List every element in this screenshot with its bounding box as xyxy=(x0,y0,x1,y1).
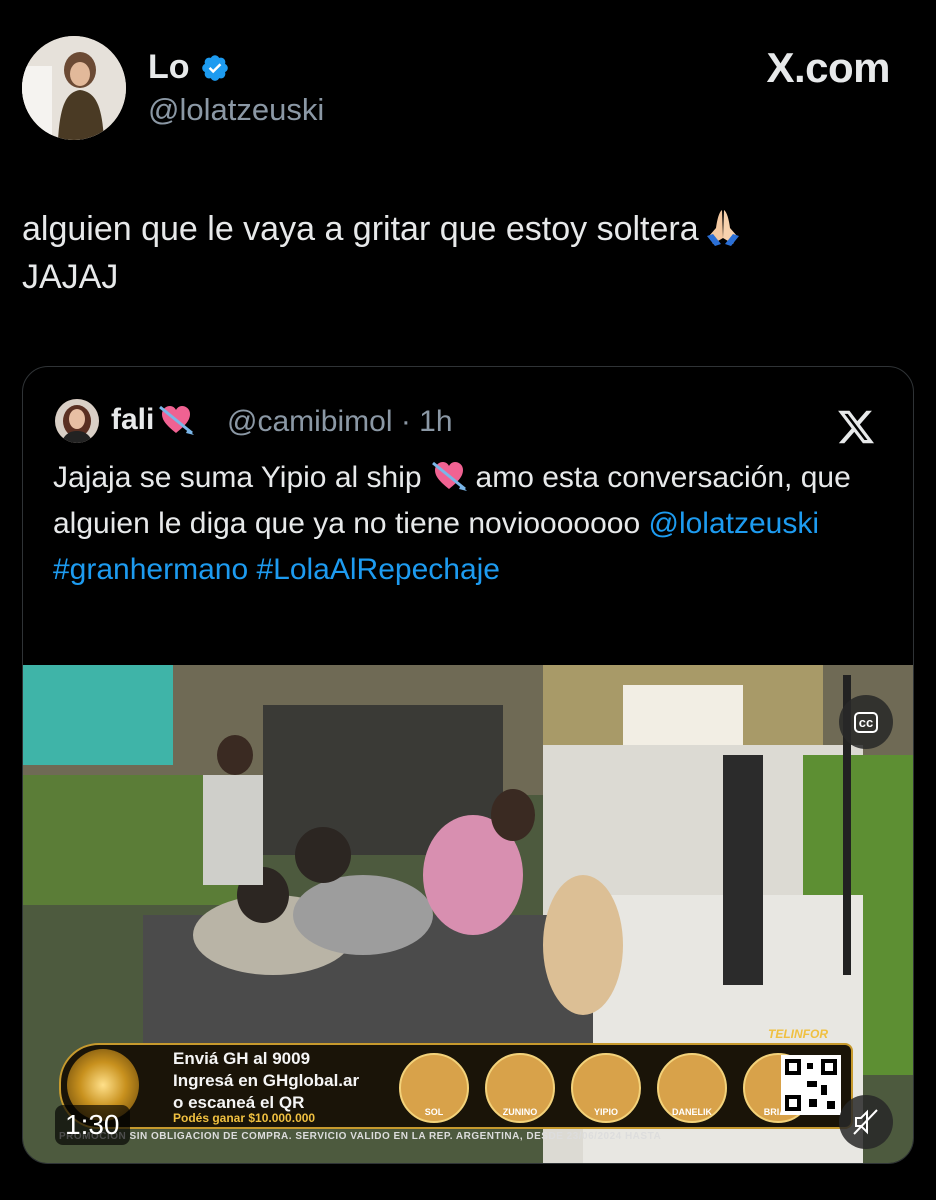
tweet-text-line1: alguien que le vaya a gritar que estoy s… xyxy=(22,210,699,248)
contestant-avatar: ZUNINO xyxy=(485,1053,555,1123)
quoted-text-part1: Jajaja se suma Yipio al ship xyxy=(53,461,422,494)
quoted-author-avatar[interactable] xyxy=(55,399,99,443)
contestant-avatar: DANELIK xyxy=(657,1053,727,1123)
author-name[interactable]: Lo xyxy=(148,48,230,87)
promo-banner: Enviá GH al 9009 Ingresá en GHglobal.ar … xyxy=(59,1043,853,1129)
verified-badge-icon xyxy=(201,54,228,81)
captions-button[interactable]: cc xyxy=(839,695,893,749)
banner-line4: Podés ganar $10.000.000 xyxy=(173,1111,316,1125)
folded-hands-icon xyxy=(706,210,739,246)
tweet-text-line2: JAJAJ xyxy=(22,258,119,296)
hashtag-links[interactable]: #granhermano #LolaAlRepechaje xyxy=(53,553,500,586)
tweet-text: alguien que le vaya a gritar que estoy s… xyxy=(22,205,912,301)
author-avatar[interactable] xyxy=(22,36,126,140)
quoted-tweet-text: Jajaja se suma Yipio al ship amo esta co… xyxy=(53,455,893,593)
heart-with-arrow-icon xyxy=(431,461,467,491)
x-logo-icon xyxy=(838,410,875,444)
heart-with-arrow-icon xyxy=(159,405,195,435)
contestant-name: YIPIO xyxy=(593,1107,618,1117)
contestant-name: SOL xyxy=(424,1107,444,1117)
contestant-avatar: SOL xyxy=(399,1053,469,1123)
author-handle[interactable]: @lolatzeuski xyxy=(148,92,324,128)
contestant-name: ZUNINO xyxy=(502,1107,538,1117)
brand-logo: X.com xyxy=(766,44,890,91)
mention-link[interactable]: @lolatzeuski xyxy=(649,507,820,540)
captions-label: cc xyxy=(853,711,879,733)
quoted-author-name[interactable]: fali xyxy=(111,403,195,437)
quoted-display-name[interactable]: fali xyxy=(111,403,154,437)
video-player[interactable]: cc TELINFOR Enviá GH al 9009 Ingresá en … xyxy=(23,665,913,1163)
qr-code xyxy=(781,1055,841,1115)
quoted-tweet[interactable]: fali @camibimol · 1h Jajaja se suma Yipi… xyxy=(22,366,914,1164)
sponsor-logo: TELINFOR xyxy=(768,1027,828,1041)
banner-line3: o escaneá el QR xyxy=(173,1093,305,1112)
banner-line2: Ingresá en GHglobal.ar xyxy=(173,1071,360,1090)
speaker-muted-icon xyxy=(853,1109,878,1135)
quoted-handle-time[interactable]: @camibimol · 1h xyxy=(227,405,453,439)
promo-disclaimer: PROMOCION SIN OBLIGACION DE COMPRA. SERV… xyxy=(59,1131,662,1142)
banner-line1: Enviá GH al 9009 xyxy=(173,1049,311,1068)
mute-button[interactable] xyxy=(839,1095,893,1149)
contestant-name: DANELIK xyxy=(672,1107,712,1117)
video-timestamp: 1:30 xyxy=(55,1105,130,1145)
contestant-avatar: YIPIO xyxy=(571,1053,641,1123)
author-display-name[interactable]: Lo xyxy=(148,48,190,87)
